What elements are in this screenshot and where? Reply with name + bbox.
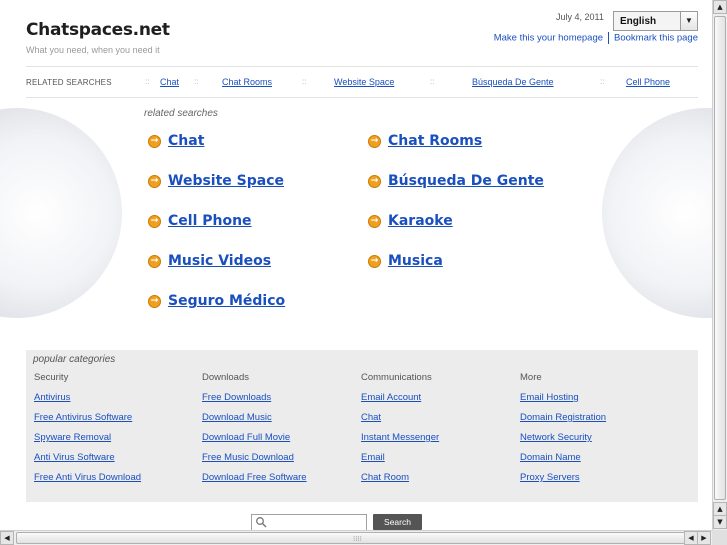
category-link[interactable]: Email Account — [361, 392, 439, 412]
scroll-up-icon[interactable]: ▲ — [713, 502, 727, 516]
related-link-musica[interactable]: → Musica — [368, 253, 443, 269]
related-link-label[interactable]: Cell Phone — [168, 213, 252, 229]
popular-categories-panel: popular categories Security Antivirus Fr… — [26, 350, 698, 502]
top-links: Make this your homepage Bookmark this pag… — [494, 32, 698, 44]
related-bar-item-cell-phone[interactable]: Cell Phone — [626, 77, 670, 87]
search-icon — [256, 517, 267, 528]
separator: :: — [600, 77, 605, 86]
related-bar-item-busqueda[interactable]: Búsqueda De Gente — [472, 77, 554, 87]
category-link[interactable]: Free Music Download — [202, 452, 307, 472]
site-logo[interactable]: Chatspaces.net — [26, 20, 170, 40]
related-link-chat-rooms[interactable]: → Chat Rooms — [368, 133, 482, 149]
related-link-music-videos[interactable]: → Music Videos — [148, 253, 271, 269]
category-heading: Security — [34, 372, 69, 383]
category-link[interactable]: Free Antivirus Software — [34, 412, 141, 432]
category-column-downloads: Downloads Free Downloads Download Music … — [202, 372, 307, 492]
related-searches-bar: RELATED SEARCHES :: Chat :: Chat Rooms :… — [26, 66, 698, 98]
related-link-karaoke[interactable]: → Karaoke — [368, 213, 453, 229]
category-link[interactable]: Domain Name — [520, 452, 606, 472]
scroll-down-icon[interactable]: ▼ — [713, 515, 727, 529]
category-link[interactable]: Download Music — [202, 412, 307, 432]
chevron-down-icon[interactable]: ▼ — [680, 12, 697, 30]
search-input[interactable] — [251, 514, 367, 530]
category-link[interactable]: Email Hosting — [520, 392, 606, 412]
related-link-label[interactable]: Seguro Médico — [168, 293, 285, 309]
category-column-communications: Communications Email Account Chat Instan… — [361, 372, 439, 492]
related-bar-item-website-space[interactable]: Website Space — [334, 77, 394, 87]
category-link[interactable]: Proxy Servers — [520, 472, 606, 492]
scroll-right-icon[interactable]: ▶ — [697, 531, 711, 545]
separator: :: — [194, 77, 199, 86]
decorative-globe-left — [0, 108, 122, 318]
category-link[interactable]: Download Full Movie — [202, 432, 307, 452]
arrow-right-icon: → — [148, 254, 161, 268]
category-link[interactable]: Email — [361, 452, 439, 472]
vertical-scroll-thumb[interactable] — [714, 16, 726, 500]
arrow-right-icon: → — [368, 254, 381, 268]
horizontal-scroll-thumb[interactable]: ⁞⁞⁞⁞ — [16, 532, 696, 544]
category-link[interactable]: Chat Room — [361, 472, 439, 492]
decorative-globe-right — [602, 108, 712, 318]
site-tagline: What you need, when you need it — [26, 45, 160, 55]
arrow-right-icon: → — [368, 134, 381, 148]
bookmark-link[interactable]: Bookmark this page — [614, 33, 698, 44]
arrow-right-icon: → — [148, 174, 161, 188]
make-homepage-link[interactable]: Make this your homepage — [494, 33, 603, 44]
category-link[interactable]: Free Anti Virus Download — [34, 472, 141, 492]
related-link-label[interactable]: Karaoke — [388, 213, 453, 229]
category-heading: More — [520, 372, 542, 383]
date-label: July 4, 2011 — [556, 12, 604, 22]
horizontal-scrollbar[interactable]: ◀ ⁞⁞⁞⁞ ◀ ▶ — [0, 530, 712, 545]
related-link-label[interactable]: Music Videos — [168, 253, 271, 269]
related-link-label[interactable]: Musica — [388, 253, 443, 269]
related-link-label[interactable]: Website Space — [168, 173, 284, 189]
category-column-security: Security Antivirus Free Antivirus Softwa… — [34, 372, 141, 492]
arrow-right-icon: → — [148, 294, 161, 308]
top-links-divider — [608, 32, 610, 44]
related-link-seguro-medico[interactable]: → Seguro Médico — [148, 293, 285, 309]
scroll-up-icon[interactable]: ▲ — [713, 0, 727, 14]
related-link-cell-phone[interactable]: → Cell Phone — [148, 213, 252, 229]
related-bar-label: RELATED SEARCHES — [26, 78, 112, 87]
related-link-label[interactable]: Chat — [168, 133, 204, 149]
related-bar-item-chat-rooms[interactable]: Chat Rooms — [222, 77, 272, 87]
separator: :: — [145, 77, 150, 86]
separator: :: — [302, 77, 307, 86]
popular-categories-title: popular categories — [33, 354, 116, 365]
category-heading: Communications — [361, 372, 432, 383]
related-link-chat[interactable]: → Chat — [148, 133, 204, 149]
search-button[interactable]: Search — [373, 514, 422, 530]
scroll-left-icon[interactable]: ◀ — [684, 531, 698, 545]
separator: :: — [430, 77, 435, 86]
related-link-label[interactable]: Chat Rooms — [388, 133, 482, 149]
related-link-label[interactable]: Búsqueda De Gente — [388, 173, 544, 189]
related-searches-title: related searches — [144, 108, 218, 119]
category-link[interactable]: Spyware Removal — [34, 432, 141, 452]
page: Chatspaces.net What you need, when you n… — [0, 0, 712, 530]
category-link[interactable]: Domain Registration — [520, 412, 606, 432]
category-heading: Downloads — [202, 372, 249, 383]
scroll-grip-icon: ⁞⁞⁞⁞ — [353, 535, 362, 543]
category-link[interactable]: Download Free Software — [202, 472, 307, 492]
related-link-busqueda[interactable]: → Búsqueda De Gente — [368, 173, 544, 189]
arrow-right-icon: → — [148, 134, 161, 148]
vertical-scrollbar[interactable]: ▲ ▲ ▼ — [712, 0, 727, 530]
scroll-left-icon[interactable]: ◀ — [0, 531, 14, 545]
category-column-more: More Email Hosting Domain Registration N… — [520, 372, 606, 492]
arrow-right-icon: → — [368, 174, 381, 188]
related-link-website-space[interactable]: → Website Space — [148, 173, 284, 189]
category-link[interactable]: Free Downloads — [202, 392, 307, 412]
category-link[interactable]: Anti Virus Software — [34, 452, 141, 472]
category-link[interactable]: Antivirus — [34, 392, 141, 412]
category-link[interactable]: Instant Messenger — [361, 432, 439, 452]
arrow-right-icon: → — [368, 214, 381, 228]
scrollbar-corner — [712, 530, 727, 545]
category-link[interactable]: Network Security — [520, 432, 606, 452]
category-link[interactable]: Chat — [361, 412, 439, 432]
arrow-right-icon: → — [148, 214, 161, 228]
language-select[interactable]: English ▼ — [613, 11, 698, 31]
language-value: English — [620, 16, 657, 27]
related-bar-item-chat[interactable]: Chat — [160, 77, 179, 87]
